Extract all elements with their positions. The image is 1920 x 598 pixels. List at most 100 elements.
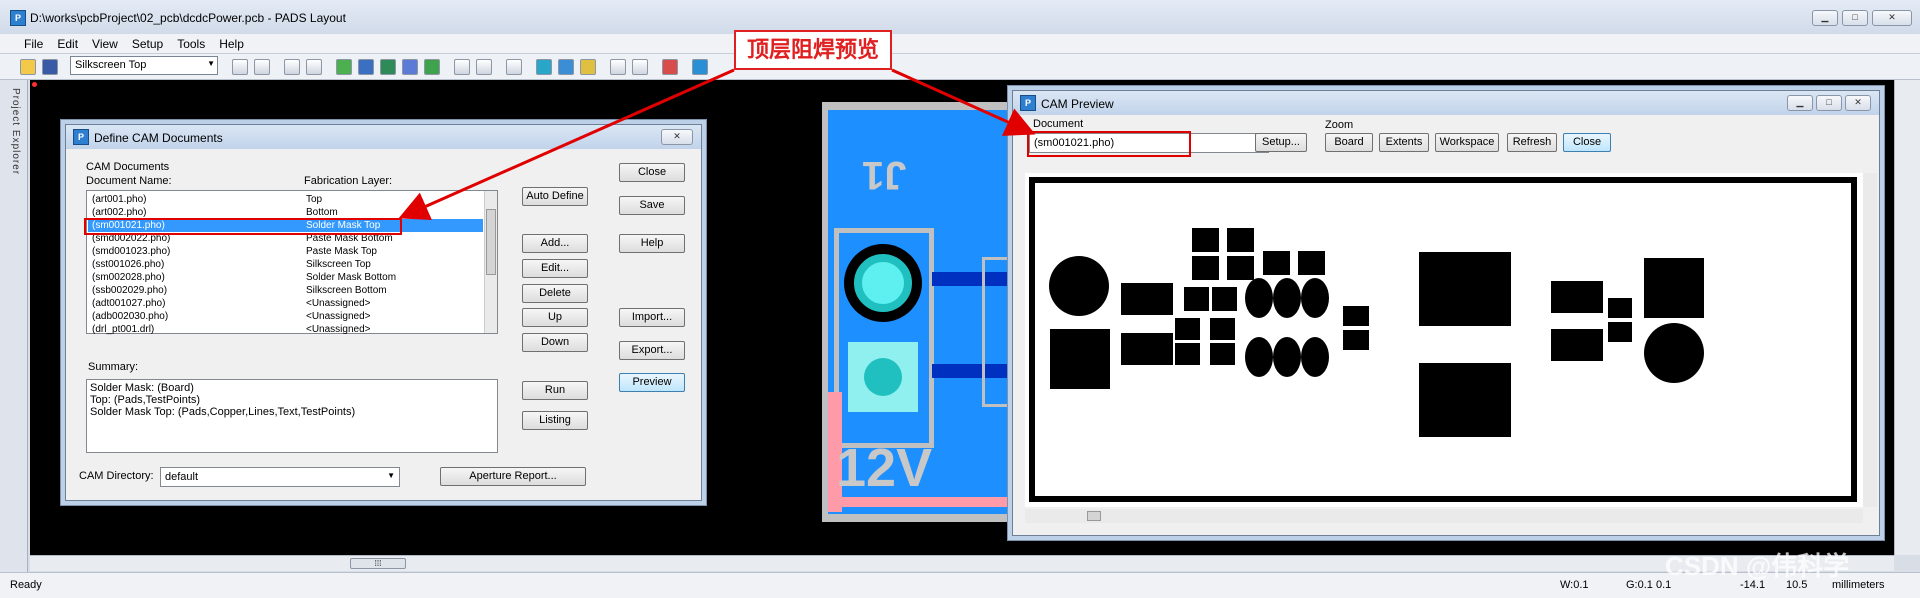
document-label: Document — [1033, 118, 1084, 130]
list-scroll-thumb[interactable] — [486, 209, 496, 275]
solder-mask-board — [1029, 177, 1857, 502]
vertical-scrollbar[interactable] — [1894, 80, 1920, 555]
document-name: (sst001026.pho) — [92, 259, 165, 270]
down-button[interactable]: Down — [522, 333, 588, 352]
component-icon[interactable] — [424, 59, 440, 75]
redo-icon[interactable] — [476, 59, 492, 75]
cam-document-row[interactable]: (adt001027.pho) <Unassigned> — [88, 297, 483, 310]
dialog-title: Define CAM Documents — [94, 131, 223, 145]
connect-icon[interactable] — [402, 59, 418, 75]
close-icon[interactable]: ✕ — [1872, 10, 1912, 26]
minimize-icon[interactable]: ▁ — [1812, 10, 1838, 26]
menu-bar: File Edit View Setup Tools Help — [0, 34, 1920, 54]
open-icon[interactable] — [20, 59, 36, 75]
export-button[interactable]: Export... — [619, 341, 685, 360]
preview-hscrollbar[interactable] — [1025, 509, 1863, 523]
highlight-icon[interactable] — [580, 59, 596, 75]
cam-document-row[interactable]: (sst001026.pho) Silkscreen Top — [88, 258, 483, 271]
undo-icon[interactable] — [454, 59, 470, 75]
cam-directory-value: default — [165, 471, 199, 483]
workspace-button[interactable]: Workspace — [1435, 133, 1499, 152]
cam-preview-window: P CAM Preview ▁ □ ✕ Document (sm001021.p… — [1012, 90, 1880, 536]
list-scrollbar[interactable] — [484, 191, 497, 333]
preview-title-bar: P CAM Preview ▁ □ ✕ — [1013, 91, 1879, 115]
delete-button[interactable]: Delete — [522, 284, 588, 303]
maximize-icon[interactable]: □ — [1842, 10, 1868, 26]
preview-minimize-icon[interactable]: ▁ — [1787, 95, 1813, 111]
add-button[interactable]: Add... — [522, 234, 588, 253]
close-button[interactable]: Close — [619, 163, 685, 182]
board-icon[interactable] — [380, 59, 396, 75]
verify-icon[interactable] — [662, 59, 678, 75]
summary-box: Solder Mask: (Board) Top: (Pads,TestPoin… — [86, 379, 498, 453]
menu-tools[interactable]: Tools — [177, 37, 205, 51]
edit-button[interactable]: Edit... — [522, 259, 588, 278]
import-button[interactable]: Import... — [619, 308, 685, 327]
grid-icon[interactable] — [358, 59, 374, 75]
preview-close-icon[interactable]: ✕ — [1845, 95, 1871, 111]
cam-document-row[interactable]: (drl_pt001.drl) <Unassigned> — [88, 323, 483, 336]
preview-title: CAM Preview — [1041, 97, 1114, 111]
menu-help[interactable]: Help — [219, 37, 244, 51]
setup-button[interactable]: Setup... — [1255, 133, 1307, 152]
menu-view[interactable]: View — [92, 37, 118, 51]
preview-button[interactable]: Preview — [619, 373, 685, 392]
status-width: W:0.1 — [1560, 579, 1589, 591]
chart-icon[interactable] — [692, 59, 708, 75]
copy-icon[interactable] — [284, 59, 300, 75]
document-name: (art001.pho) — [92, 194, 147, 205]
help-button[interactable]: Help — [619, 234, 685, 253]
zoom-icon[interactable] — [506, 59, 522, 75]
preview-vscrollbar[interactable] — [1863, 173, 1877, 507]
aperture-report-button[interactable]: Aperture Report... — [440, 467, 586, 486]
silk-label-12v: 12V — [836, 438, 933, 498]
properties-icon[interactable] — [232, 59, 248, 75]
menu-setup[interactable]: Setup — [132, 37, 163, 51]
save-button[interactable]: Save — [619, 196, 685, 215]
cam-document-row[interactable]: (sm002028.pho) Solder Mask Bottom — [88, 271, 483, 284]
window-icon[interactable] — [610, 59, 626, 75]
dialog-close-icon[interactable]: ✕ — [661, 129, 693, 145]
listing-button[interactable]: Listing — [522, 411, 588, 430]
watermark: CSDN @伟科学 — [1665, 551, 1850, 581]
origin-marker — [32, 82, 37, 87]
fabrication-layer: Paste Mask Top — [306, 246, 377, 257]
cam-document-list[interactable]: (art001.pho) Top (art002.pho) Bottom (sm0010… — [86, 190, 498, 336]
preview-hscroll-thumb[interactable] — [1087, 511, 1101, 521]
chevron-down-icon: ▼ — [207, 59, 215, 68]
pad-j1-1-copper — [854, 254, 912, 312]
fabrication-layer: <Unassigned> — [306, 324, 371, 335]
refresh-button[interactable]: Refresh — [1507, 133, 1557, 152]
route-icon[interactable] — [336, 59, 352, 75]
project-explorer-tab[interactable]: Project Explorer — [0, 80, 28, 572]
preview-maximize-icon[interactable]: □ — [1816, 95, 1842, 111]
board-button[interactable]: Board — [1325, 133, 1373, 152]
menu-edit[interactable]: Edit — [57, 37, 78, 51]
layer-select[interactable]: Silkscreen Top ▼ — [70, 56, 218, 75]
cam-document-row[interactable]: (art001.pho) Top — [88, 193, 483, 206]
app-icon: P — [10, 10, 26, 26]
paste-icon[interactable] — [306, 59, 322, 75]
cam-document-row[interactable]: (smd001023.pho) Paste Mask Top — [88, 245, 483, 258]
cam-document-row[interactable]: (ssb002029.pho) Silkscreen Bottom — [88, 284, 483, 297]
fabrication-layer: <Unassigned> — [306, 298, 371, 309]
scroll-thumb[interactable]: ⁞⁞⁞ — [350, 558, 406, 569]
up-button[interactable]: Up — [522, 308, 588, 327]
extents-button[interactable]: Extents — [1379, 133, 1429, 152]
cam-document-row[interactable]: (adb002030.pho) <Unassigned> — [88, 310, 483, 323]
fabrication-layer: Solder Mask Bottom — [306, 272, 397, 283]
document-name-header: Document Name: — [86, 175, 172, 187]
run-button[interactable]: Run — [522, 381, 588, 400]
menu-file[interactable]: File — [24, 37, 43, 51]
preview-area[interactable] — [1025, 173, 1863, 507]
auto-define-button[interactable]: Auto Define — [522, 187, 588, 206]
horizontal-scrollbar[interactable]: ⁞⁞⁞ — [30, 555, 1894, 571]
cloud-icon[interactable] — [558, 59, 574, 75]
status-text: Ready — [10, 579, 42, 591]
refresh-icon[interactable] — [254, 59, 270, 75]
view-icon[interactable] — [536, 59, 552, 75]
close-button[interactable]: Close — [1563, 133, 1611, 152]
cam-directory-select[interactable]: default ▼ — [160, 467, 400, 487]
save-icon[interactable] — [42, 59, 58, 75]
layout-icon[interactable] — [632, 59, 648, 75]
